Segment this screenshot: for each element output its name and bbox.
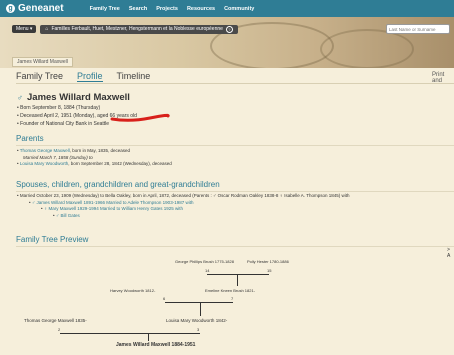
person-name-text: James Willard Maxwell <box>27 92 130 103</box>
tree-node-ggf[interactable]: George Phillips Brush 1775-1828 <box>175 259 234 264</box>
divider <box>16 145 454 146</box>
top-nav: g Geneanet Family Tree Search Projects R… <box>0 0 454 17</box>
tree-num: 2 <box>58 327 61 332</box>
nav-link-projects[interactable]: Projects <box>156 6 178 12</box>
geneanet-logo[interactable]: g Geneanet <box>6 3 64 14</box>
father-details: , born in May, 1835, deceased <box>69 148 130 153</box>
tree-num: 15 <box>267 268 272 273</box>
male-icon: ♂ <box>17 93 23 102</box>
tree-connector <box>165 302 233 303</box>
tree-connector <box>237 274 238 286</box>
divider <box>16 246 454 247</box>
fact-birth: Born September 8, 1884 (Thursday) <box>17 104 137 112</box>
divider <box>16 191 454 192</box>
tab-divider <box>16 83 454 84</box>
tab-family-tree[interactable]: Family Tree <box>16 71 63 82</box>
mother-details: , born September 28, 1842 (Wednesday), d… <box>68 161 172 166</box>
logo-text: Geneanet <box>18 3 64 14</box>
logo-icon: g <box>6 4 15 13</box>
tree-connector <box>207 274 269 275</box>
menu-bar: Menu ▾ ⌂ Familles Ferbault, Huet, Mestzn… <box>12 23 238 35</box>
tree-node-mother[interactable]: Louisa Mary Woodworth 1842- <box>166 318 227 323</box>
spouses-list: • Married October 23, 1909 (Wednesday) t… <box>17 193 447 219</box>
father-link[interactable]: Thomas George Maxwell <box>20 148 70 153</box>
tree-node-ggm[interactable]: Polly Hester 1780-1886 <box>247 259 289 264</box>
person-tab[interactable]: James Willard Maxwell <box>12 57 73 67</box>
parents-heading: Parents <box>16 134 44 143</box>
tree-num: 3 <box>197 327 200 332</box>
nav-links: Family Tree Search Projects Resources Co… <box>90 6 264 12</box>
tab-profile[interactable]: Profile <box>77 71 103 82</box>
tree-connector <box>60 333 200 334</box>
tree-connector <box>148 333 149 341</box>
help-icon[interactable]: ? <box>225 25 233 33</box>
family-name: Familles Ferbault, Huet, Mestzner, Hengs… <box>51 26 223 32</box>
nav-link-search[interactable]: Search <box>129 6 147 12</box>
spouses-heading: Spouses, children, grandchildren and gre… <box>16 180 220 189</box>
nav-link-community[interactable]: Community <box>224 6 254 12</box>
tab-timeline[interactable]: Timeline <box>117 71 151 82</box>
tree-num: 7 <box>231 296 234 301</box>
parents-list: • Thomas George Maxwell, born in May, 18… <box>17 148 172 166</box>
tree-next-arrow[interactable]: > A <box>447 247 454 259</box>
search-input[interactable]: Last Name or Surname <box>386 24 450 34</box>
tree-num: 14 <box>205 268 210 273</box>
red-annotation-mark <box>110 113 170 122</box>
home-icon: ⌂ <box>45 26 49 32</box>
tree-node-gm[interactable]: Emeline Kneen Brush 1821- <box>205 288 255 293</box>
nav-link-family-tree[interactable]: Family Tree <box>90 6 120 12</box>
tree-node-root[interactable]: James Willard Maxwell 1884-1951 <box>116 342 195 348</box>
tree-preview-heading: Family Tree Preview <box>16 235 89 244</box>
tree-node-gf[interactable]: Harvey Woodworth 1812- <box>110 288 155 293</box>
tree-connector <box>200 302 201 316</box>
tree-node-father[interactable]: Thomas George Maxwell 1835- <box>24 318 87 323</box>
person-name: ♂ James Willard Maxwell <box>17 92 130 103</box>
great-grandchild-line[interactable]: • ♂ Bill Gates <box>17 213 447 220</box>
profile-tabs: Family Tree Profile Timeline <box>16 71 164 82</box>
mother-link[interactable]: Louisa Mary Woodworth <box>20 161 68 166</box>
tree-num: 6 <box>163 296 166 301</box>
nav-link-resources[interactable]: Resources <box>187 6 215 12</box>
family-tree-selector[interactable]: ⌂ Familles Ferbault, Huet, Mestzner, Hen… <box>40 24 238 34</box>
menu-button[interactable]: Menu ▾ <box>12 25 37 33</box>
header-banner: Menu ▾ ⌂ Familles Ferbault, Huet, Mestzn… <box>0 17 454 68</box>
